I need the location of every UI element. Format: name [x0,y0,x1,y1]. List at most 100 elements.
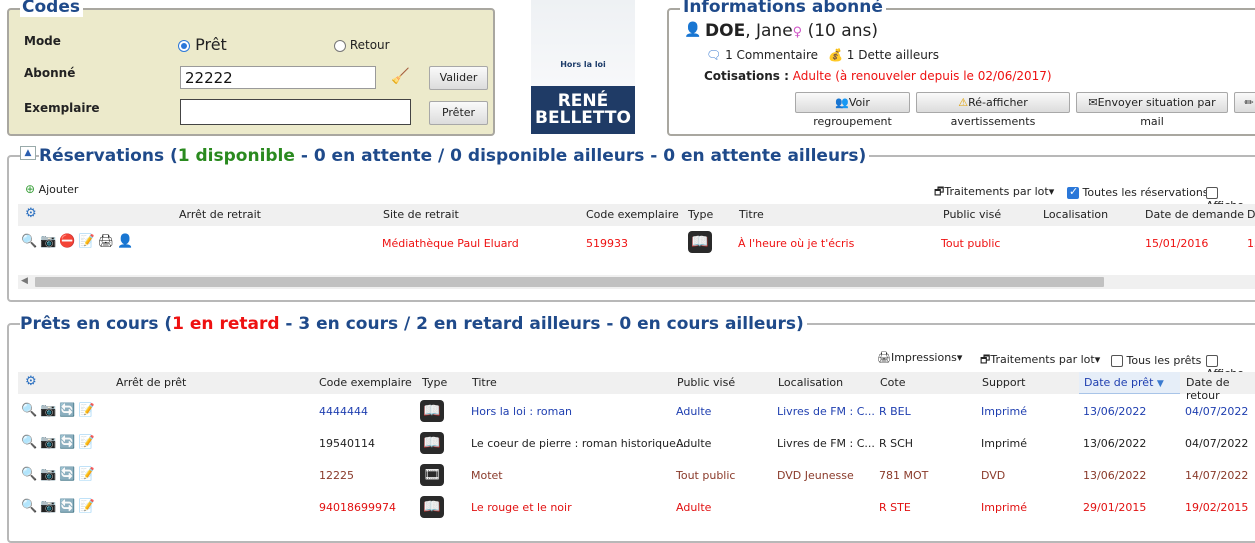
col-code-exemplaire[interactable]: Code exemplaire [586,208,679,221]
valider-button[interactable]: Valider [429,66,488,90]
col-site-retrait[interactable]: Site de retrait [383,208,459,221]
mode-pret-option[interactable]: Prêt [178,36,227,54]
pret-code[interactable]: 19540114 [319,437,375,450]
col-titre[interactable]: Titre [739,208,764,221]
col-localisation[interactable]: Localisation [1043,208,1108,221]
pret-titre[interactable]: Motet [471,469,503,482]
delete-icon[interactable]: ⛔ [59,234,78,249]
exemplaire-input[interactable] [180,99,411,125]
note-icon[interactable]: 📝 [79,234,98,249]
col-localisation[interactable]: Localisation [778,376,843,389]
dette-link[interactable]: 💰 1 Dette ailleurs [828,48,939,62]
col-arret-retrait[interactable]: Arrêt de retrait [179,208,261,221]
camera-icon[interactable]: 📷 [40,403,59,418]
preter-button[interactable]: Prêter [429,101,488,125]
pret-radio[interactable] [178,39,190,52]
print-icon[interactable]: 🖨 [98,234,118,249]
renew-icon[interactable]: 🔄 [59,435,78,450]
pret-actions: 🔍📷🔄📝 [21,467,98,482]
prets-title-prefix: Prêts en cours ( [20,314,173,334]
col-date-pret[interactable]: Date de prêt ▼ [1084,376,1164,389]
col-code-exemplaire[interactable]: Code exemplaire [319,376,412,389]
broom-icon[interactable]: 🧹 [391,67,410,85]
note-icon[interactable]: 📝 [79,435,98,450]
renew-icon[interactable]: 🔄 [59,403,78,418]
pret-titre[interactable]: Le coeur de pierre : roman historique... [471,437,686,450]
pret-actions: 🔍📷🔄📝 [21,499,98,514]
voir-regroupement-button[interactable]: 👥Voir regroupement [795,92,910,128]
comment-link[interactable]: 🗨 1 Commentaire [706,48,818,62]
note-icon[interactable]: 📝 [79,467,98,482]
camera-icon[interactable]: 📷 [40,467,59,482]
camera-icon[interactable]: 📷 [40,499,59,514]
reservations-scrollbar[interactable]: ◀ [18,275,1255,289]
col-type[interactable]: Type [422,376,447,389]
pret-public: Adulte [676,405,712,418]
res-titre[interactable]: À l'heure où je t'écris [738,237,854,250]
toutes-reservations-checkbox[interactable] [1067,185,1079,199]
table-row[interactable] [18,492,1255,524]
magnifier-icon[interactable]: 🔍 [21,435,40,450]
envoyer-situation-button[interactable]: ✉Envoyer situation par mail [1076,92,1228,128]
scrollbar-thumb[interactable] [35,277,1104,287]
caret-icon: ▾ [956,351,963,364]
pret-code[interactable]: 12225 [319,469,354,482]
tous-prets-checkbox[interactable] [1111,355,1123,367]
col-public-vise[interactable]: Public visé [943,208,1001,221]
renew-icon[interactable]: 🔄 [59,467,78,482]
table-row[interactable] [18,460,1255,492]
impressions-label: Impressions [890,351,957,364]
magnifier-icon[interactable]: 🔍 [21,403,40,418]
mode-retour-option[interactable]: Retour [334,38,390,52]
caret-icon: ▾ [1048,185,1055,198]
col-support[interactable]: Support [982,376,1025,389]
note-icon[interactable]: 📝 [79,403,98,418]
columns-config-icon[interactable]: ⚙ [25,206,37,221]
magnifier-icon[interactable]: 🔍 [21,499,40,514]
retour-radio[interactable] [334,39,346,52]
tous-prets-option[interactable]: Tous les prêts [1111,354,1201,367]
reafficher-avertissements-button[interactable]: ⚠Ré-afficher avertissements [916,92,1070,128]
pret-affiche-checkbox[interactable] [1206,355,1218,367]
col-type[interactable]: Type [688,208,713,221]
user-transfer-icon[interactable]: 👤 [117,234,136,249]
pret-traitements-menu[interactable]: 🗗Traitements par lot▾ [980,351,1100,370]
col-cote[interactable]: Cote [880,376,906,389]
pret-support: Imprimé [981,437,1028,450]
pret-titre[interactable]: Le rouge et le noir [471,501,572,514]
renew-icon[interactable]: 🔄 [59,499,78,514]
pret-code[interactable]: 94018699974 [319,501,396,514]
pret-loc: DVD Jeunesse [777,469,854,482]
col-d[interactable]: D [1247,208,1255,221]
impressions-menu[interactable]: 🖨Impressions▾ [877,351,962,364]
toutes-reservations-option[interactable]: Toutes les réservations [1067,185,1209,199]
res-affiche-checkbox[interactable] [1206,187,1218,199]
pret-titre[interactable]: Hors la loi : roman [471,405,572,418]
columns-config-icon[interactable]: ⚙ [25,374,37,389]
camera-icon[interactable]: 📷 [40,435,59,450]
pret-support: Imprimé [981,501,1028,514]
edit-button[interactable]: ✏ [1234,92,1255,113]
magnifier-icon[interactable]: 🔍 [21,467,40,482]
ajouter-link[interactable]: ⊕ Ajouter [25,182,78,196]
col-date-demande[interactable]: Date de demande [1145,208,1244,221]
res-traitements-menu[interactable]: 🗗Traitements par lot▾ [934,183,1054,202]
col-arret-pret[interactable]: Arrêt de prêt [116,376,186,389]
book-cover[interactable]: Hors la loi RENÉ BELLETTO [531,0,635,134]
cover-top [531,0,635,86]
collapse-icon[interactable]: ▲ [20,146,36,160]
scroll-left-icon[interactable]: ◀ [21,276,28,286]
pret-code[interactable]: 4444444 [319,405,368,418]
pret-date-retour: 19/02/2015 [1185,501,1249,514]
col-titre[interactable]: Titre [472,376,497,389]
res-code[interactable]: 519933 [586,237,628,250]
table-row[interactable] [18,396,1255,428]
camera-icon[interactable]: 📷 [40,234,59,249]
magnifier-icon[interactable]: 🔍 [21,234,40,249]
patron-name: DOE, Jane♀ (10 ans) [705,21,878,43]
pret-support: DVD [981,469,1006,482]
abonne-input[interactable] [180,66,376,89]
note-icon[interactable]: 📝 [79,499,98,514]
col-public-vise[interactable]: Public visé [677,376,735,389]
exemplaire-label: Exemplaire [24,101,100,115]
